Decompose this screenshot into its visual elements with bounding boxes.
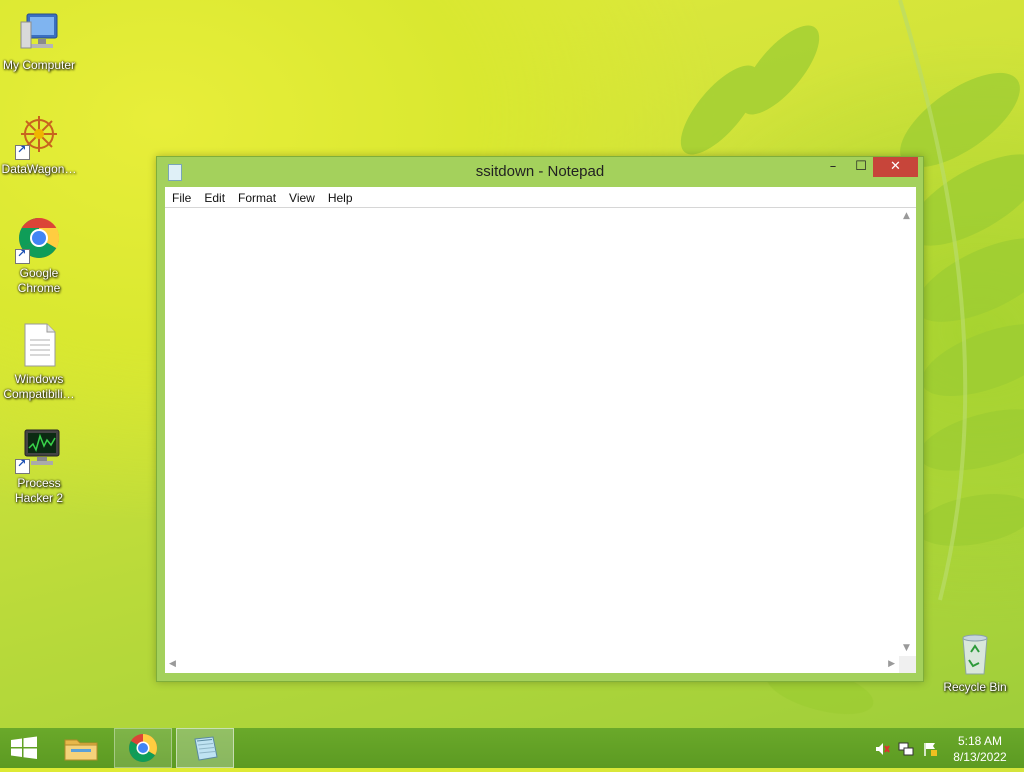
resize-grip[interactable]: [899, 656, 916, 673]
minimize-button[interactable]: –: [819, 157, 847, 177]
menu-bar: File Edit Format View Help: [165, 187, 916, 208]
close-button[interactable]: ✕: [873, 157, 918, 177]
network-icon[interactable]: [898, 741, 914, 757]
maximize-button[interactable]: ☐: [847, 157, 875, 177]
recycle-bin-icon: [951, 630, 999, 678]
process-hacker-icon: [15, 426, 63, 474]
menu-edit[interactable]: Edit: [197, 188, 231, 208]
desktop-icon-label: Process Hacker 2: [14, 476, 64, 505]
menu-format[interactable]: Format: [231, 188, 282, 208]
clock-date: 8/13/2022: [953, 750, 1007, 764]
desktop-icon-windows-compatibility[interactable]: Windows Compatibili…: [0, 322, 78, 402]
clock-time: 5:18 AM: [957, 734, 1003, 748]
window-titlebar[interactable]: ssitdown - Notepad – ☐ ✕: [157, 157, 923, 187]
desktop-icon-label: My Computer: [2, 58, 76, 72]
window-title: ssitdown - Notepad: [475, 163, 605, 180]
desktop-icon-label: Recycle Bin: [943, 680, 1007, 694]
shortcut-arrow-icon: [15, 247, 30, 264]
start-icon: [11, 736, 37, 759]
start-button[interactable]: [0, 728, 48, 768]
scroll-right-arrow-icon[interactable]: ▶: [888, 659, 895, 669]
taskbar: 5:18 AM 8/13/2022: [0, 728, 1024, 768]
desktop-icon-my-computer[interactable]: My Computer: [0, 8, 78, 73]
shortcut-arrow-icon: [15, 143, 30, 160]
text-document-icon: [15, 322, 63, 370]
notepad-icon: [194, 736, 218, 761]
menu-view[interactable]: View: [282, 188, 321, 208]
desktop-icon-label: Windows Compatibili…: [3, 372, 75, 401]
text-editor-area[interactable]: ▲ ▼ ◀ ▶: [165, 208, 916, 673]
notepad-window[interactable]: ssitdown - Notepad – ☐ ✕ File Edit Format V…: [156, 156, 924, 682]
menu-file[interactable]: File: [165, 188, 197, 208]
vertical-scrollbar[interactable]: ▲ ▼: [899, 208, 916, 656]
shortcut-arrow-icon: [15, 457, 30, 474]
desktop-icon-label: Google Chrome: [17, 266, 61, 295]
scroll-up-arrow-icon[interactable]: ▲: [903, 211, 910, 221]
chrome-icon: [15, 216, 63, 264]
chrome-icon: [129, 734, 157, 762]
horizontal-scrollbar[interactable]: ◀ ▶: [165, 656, 899, 673]
file-explorer-icon: [64, 739, 98, 761]
system-clock[interactable]: 5:18 AM 8/13/2022: [944, 733, 1016, 765]
scroll-left-arrow-icon[interactable]: ◀: [169, 659, 176, 669]
taskbar-file-explorer[interactable]: [56, 728, 106, 768]
datawagon-icon: [15, 112, 63, 160]
computer-icon: [15, 8, 63, 56]
desktop-icon-recycle-bin[interactable]: Recycle Bin: [936, 630, 1014, 695]
taskbar-chrome[interactable]: [114, 728, 172, 768]
desktop-icon-process-hacker[interactable]: Process Hacker 2: [0, 426, 78, 506]
volume-muted-icon[interactable]: [874, 741, 890, 757]
desktop-icon-datawagon[interactable]: DataWagon…: [0, 112, 78, 177]
desktop-icon-label: DataWagon…: [1, 162, 77, 176]
action-center-flag-icon[interactable]: [922, 741, 938, 757]
desktop-icon-google-chrome[interactable]: Google Chrome: [0, 216, 78, 296]
taskbar-notepad[interactable]: [176, 728, 234, 768]
scroll-down-arrow-icon[interactable]: ▼: [903, 643, 910, 653]
menu-help[interactable]: Help: [321, 188, 359, 208]
